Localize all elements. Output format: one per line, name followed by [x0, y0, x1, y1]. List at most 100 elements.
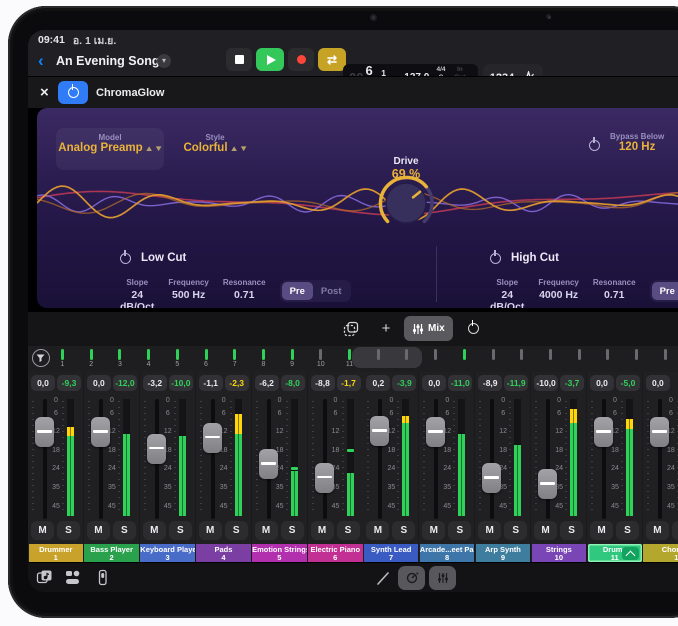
peak-db-value[interactable]: -9,3 — [57, 375, 81, 391]
overview-pan-tick[interactable] — [405, 349, 408, 360]
high-cut-pre-button[interactable]: Pre — [652, 282, 678, 300]
mix-toggle-button[interactable]: Mix — [404, 316, 453, 341]
track-tile[interactable]: Emotion Strings5 — [252, 544, 307, 562]
peak-db-value[interactable]: -5,0 — [616, 375, 640, 391]
low-cut-post-button[interactable]: Post — [313, 282, 350, 300]
solo-button[interactable]: S — [504, 521, 527, 540]
track-tile[interactable]: Drums11 — [588, 544, 643, 562]
overview-pan-tick[interactable] — [606, 349, 609, 360]
fader-db-value[interactable]: -10,0 — [534, 375, 558, 391]
add-track-button[interactable]: + — [374, 316, 398, 341]
overview-pan-tick[interactable] — [205, 349, 208, 360]
fader-cap[interactable] — [315, 463, 334, 493]
mute-button[interactable]: M — [31, 521, 54, 540]
duplicate-button[interactable] — [336, 316, 366, 341]
solo-button[interactable]: S — [169, 521, 192, 540]
drive-control[interactable]: Drive 69 % — [376, 156, 436, 181]
peak-db-value[interactable]: -3,7 — [560, 375, 584, 391]
fader-db-value[interactable]: 0,0 — [422, 375, 446, 391]
song-title[interactable]: An Evening Song — [56, 54, 159, 68]
song-menu-chevron-icon[interactable]: ▾ — [157, 54, 171, 68]
peak-db-value[interactable]: -2,3 — [225, 375, 249, 391]
overview-pan-tick[interactable] — [61, 349, 64, 360]
peak-db-value[interactable]: -12,0 — [113, 375, 137, 391]
track-tile[interactable]: Chorus V12 — [643, 544, 678, 562]
fader-db-value[interactable]: -8,8 — [311, 375, 335, 391]
low-cut-pre-button[interactable]: Pre — [282, 282, 313, 300]
fader-cap[interactable] — [147, 434, 166, 464]
peak-db-value[interactable]: -8,0 — [281, 375, 305, 391]
collapse-chevron-icon[interactable] — [622, 547, 639, 560]
mute-button[interactable]: M — [143, 521, 166, 540]
fader-cap[interactable] — [594, 417, 613, 447]
model-selector[interactable]: Model Analog Preamp ▲▼ — [56, 128, 164, 170]
low-cut-power-icon[interactable] — [120, 253, 131, 264]
fader-db-value[interactable]: 0,0 — [31, 375, 55, 391]
track-tile[interactable]: Pads4 — [196, 544, 251, 562]
mute-button[interactable]: M — [534, 521, 557, 540]
fader-db-value[interactable]: -6,2 — [255, 375, 279, 391]
overview-pan-tick[interactable] — [549, 349, 552, 360]
mute-button[interactable]: M — [422, 521, 445, 540]
overview-pan-tick[interactable] — [262, 349, 265, 360]
high-cut-power-icon[interactable] — [490, 253, 501, 264]
mute-button[interactable]: M — [255, 521, 278, 540]
low-cut-resonance[interactable]: Resonance0.71 — [223, 278, 266, 308]
peak-db-value[interactable]: -10,0 — [169, 375, 193, 391]
track-tile[interactable]: Arcade...eet Pad8 — [420, 544, 475, 562]
fader-db-value[interactable]: 0,0 — [646, 375, 670, 391]
play-button[interactable] — [256, 48, 284, 71]
solo-button[interactable]: S — [560, 521, 583, 540]
fader-cap[interactable] — [650, 417, 669, 447]
mute-button[interactable]: M — [478, 521, 501, 540]
pencil-icon[interactable] — [376, 571, 391, 591]
filter-icon[interactable] — [32, 349, 50, 367]
low-cut-slope[interactable]: Slope24 dB/Oct ▲▼ — [120, 278, 154, 308]
overview-pan-tick[interactable] — [578, 349, 581, 360]
mute-button[interactable]: M — [87, 521, 110, 540]
fader-cap[interactable] — [426, 417, 445, 447]
fader-cap[interactable] — [370, 416, 389, 446]
fader-db-value[interactable]: 0,0 — [87, 375, 111, 391]
solo-button[interactable]: S — [113, 521, 136, 540]
fader-cap[interactable] — [259, 449, 278, 479]
solo-button[interactable]: S — [448, 521, 471, 540]
overview-pan-tick[interactable] — [319, 349, 322, 360]
back-chevron-icon[interactable]: ‹ — [38, 51, 44, 71]
bypass-power-icon[interactable] — [589, 140, 600, 151]
solo-button[interactable]: S — [616, 521, 639, 540]
track-tile[interactable]: Electric Piano6 — [308, 544, 363, 562]
loop-browser-icon[interactable] — [36, 569, 53, 591]
record-button[interactable] — [288, 48, 314, 71]
peak-db-value[interactable]: -11,0 — [448, 375, 472, 391]
overview-pan-tick[interactable] — [664, 349, 667, 360]
controls-view-button[interactable] — [398, 566, 425, 590]
peak-db-value[interactable]: -3,9 — [392, 375, 416, 391]
overview-pan-tick[interactable] — [635, 349, 638, 360]
high-cut-slope[interactable]: Slope24 dB/Oct ▲▼ — [490, 278, 524, 308]
high-cut-resonance[interactable]: Resonance0.71 — [593, 278, 636, 308]
peak-db-value[interactable]: -11,9 — [504, 375, 528, 391]
fader-cap[interactable] — [91, 417, 110, 447]
mixer-power-button[interactable] — [458, 316, 488, 341]
bypass-below-control[interactable]: Bypass Below 120 Hz — [610, 132, 664, 153]
overview-pan-tick[interactable] — [147, 349, 150, 360]
fader-cap[interactable] — [35, 417, 54, 447]
overview-pan-tick[interactable] — [492, 349, 495, 360]
overview-pan-tick[interactable] — [434, 349, 437, 360]
drive-knob[interactable] — [386, 183, 426, 223]
solo-button[interactable]: S — [225, 521, 248, 540]
track-tile[interactable]: Keyboard Player3 — [140, 544, 195, 562]
low-cut-frequency[interactable]: Frequency500 Hz — [168, 278, 208, 308]
overview-pan-tick[interactable] — [118, 349, 121, 360]
routing-icon[interactable] — [64, 569, 81, 591]
high-cut-frequency[interactable]: Frequency4000 Hz — [538, 278, 578, 308]
fader-db-value[interactable]: 0,2 — [366, 375, 390, 391]
track-tile[interactable]: Synth Lead7 — [364, 544, 419, 562]
overview-pan-tick[interactable] — [348, 349, 351, 360]
mute-button[interactable]: M — [366, 521, 389, 540]
fader-cap[interactable] — [482, 463, 501, 493]
track-tile[interactable]: Bass Player2 — [84, 544, 139, 562]
solo-button[interactable]: S — [57, 521, 80, 540]
mute-button[interactable]: M — [311, 521, 334, 540]
